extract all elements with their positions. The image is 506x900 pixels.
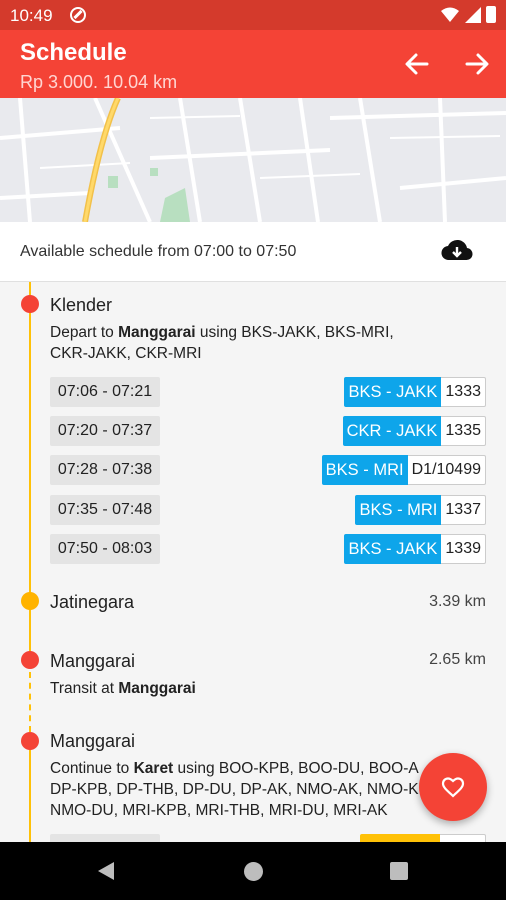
stop-name: Klender xyxy=(50,295,113,315)
train-number: D1/10499 xyxy=(407,455,486,485)
depart-prefix: Depart to xyxy=(50,324,119,341)
schedule-header: Available schedule from 07:00 to 07:50 xyxy=(0,222,506,282)
train-number xyxy=(440,834,486,842)
train-number: 1339 xyxy=(441,534,486,564)
trip-train[interactable]: CKR - JAKK 1335 xyxy=(342,416,486,446)
trip-train[interactable] xyxy=(360,834,486,842)
cloud-download-icon[interactable] xyxy=(441,238,473,264)
stop-name: Manggarai xyxy=(50,731,136,751)
stop-dot xyxy=(21,295,39,313)
depart-routes-line2: CKR-JAKK, CKR-MRI xyxy=(50,345,202,362)
trip-time[interactable]: 07:50 - 08:03 xyxy=(50,534,160,564)
stop-distance: 3.39 km xyxy=(429,593,486,610)
arrow-back-icon[interactable] xyxy=(401,48,433,80)
status-time: 10:49 xyxy=(10,6,53,25)
trip-time[interactable]: 07:28 - 07:38 xyxy=(50,455,160,485)
page-title: Schedule xyxy=(20,39,127,66)
route-badge: BKS - JAKK xyxy=(344,377,442,407)
trip-time[interactable] xyxy=(50,834,160,842)
route-badge: CKR - JAKK xyxy=(342,416,442,446)
trip-train[interactable]: BKS - MRI D1/10499 xyxy=(321,455,486,485)
continue-suffix: using BOO-KPB, BOO-DU, BOO-A xyxy=(173,760,419,777)
arrow-forward-icon[interactable] xyxy=(461,48,493,80)
battery-icon xyxy=(486,6,496,23)
signal-icon xyxy=(465,7,481,23)
system-nav-bar xyxy=(0,842,506,900)
trip-train[interactable]: BKS - JAKK 1333 xyxy=(344,377,486,407)
train-number: 1337 xyxy=(441,495,486,525)
stop-dot xyxy=(21,651,39,669)
nav-home-icon[interactable] xyxy=(244,862,263,881)
route-badge xyxy=(360,834,440,842)
continue-destination: Karet xyxy=(133,760,174,777)
continue-routes-line2: DP-KPB, DP-THB, DP-DU, DP-AK, NMO-AK, NM… xyxy=(50,781,419,798)
heart-icon xyxy=(441,777,465,798)
stop-distance: 2.65 km xyxy=(429,651,486,668)
route-line-segment xyxy=(29,742,31,842)
stop-dot xyxy=(21,592,39,610)
nav-recents-icon[interactable] xyxy=(390,862,408,880)
transit-line-dashed xyxy=(29,672,31,732)
continue-routes-line3: NMO-DU, MRI-KPB, MRI-THB, MRI-DU, MRI-AK xyxy=(50,802,388,819)
nav-back-icon[interactable] xyxy=(97,861,115,881)
trip-train[interactable]: BKS - JAKK 1339 xyxy=(344,534,486,564)
train-number: 1333 xyxy=(441,377,486,407)
route-badge: BKS - MRI xyxy=(355,495,442,525)
fare-distance-subtitle: Rp 3.000. 10.04 km xyxy=(20,72,178,92)
stop-name: Jatinegara xyxy=(50,592,135,612)
depart-destination: Manggarai xyxy=(118,324,196,341)
route-timeline[interactable]: Klender Depart to Manggarai using BKS-JA… xyxy=(0,282,506,842)
transit-info: Transit at Manggarai xyxy=(50,678,196,699)
train-number: 1335 xyxy=(441,416,486,446)
dnd-icon xyxy=(70,7,86,23)
stop-name: Manggarai xyxy=(50,651,136,671)
transit-station: Manggarai xyxy=(118,680,196,697)
trip-train[interactable]: BKS - MRI 1337 xyxy=(355,495,486,525)
wifi-icon xyxy=(441,7,459,22)
route-line-segment xyxy=(29,282,31,610)
transit-prefix: Transit at xyxy=(50,680,119,697)
favorite-button[interactable] xyxy=(419,753,487,821)
trip-time[interactable]: 07:06 - 07:21 xyxy=(50,377,160,407)
trip-time[interactable]: 07:20 - 07:37 xyxy=(50,416,160,446)
route-badge: BKS - MRI xyxy=(321,455,408,485)
stop-dot xyxy=(21,732,39,750)
status-bar: 10:49 xyxy=(0,0,506,30)
depart-info: Depart to Manggarai using BKS-JAKK, BKS-… xyxy=(50,322,394,364)
route-badge: BKS - JAKK xyxy=(344,534,442,564)
route-map[interactable] xyxy=(0,98,506,222)
depart-suffix: using BKS-JAKK, BKS-MRI, xyxy=(195,324,394,341)
map-graphic xyxy=(0,98,506,222)
app-bar: Schedule Rp 3.000. 10.04 km xyxy=(0,30,506,98)
trip-time[interactable]: 07:35 - 07:48 xyxy=(50,495,160,525)
schedule-range: Available schedule from 07:00 to 07:50 xyxy=(20,243,297,260)
continue-prefix: Continue to xyxy=(50,760,134,777)
